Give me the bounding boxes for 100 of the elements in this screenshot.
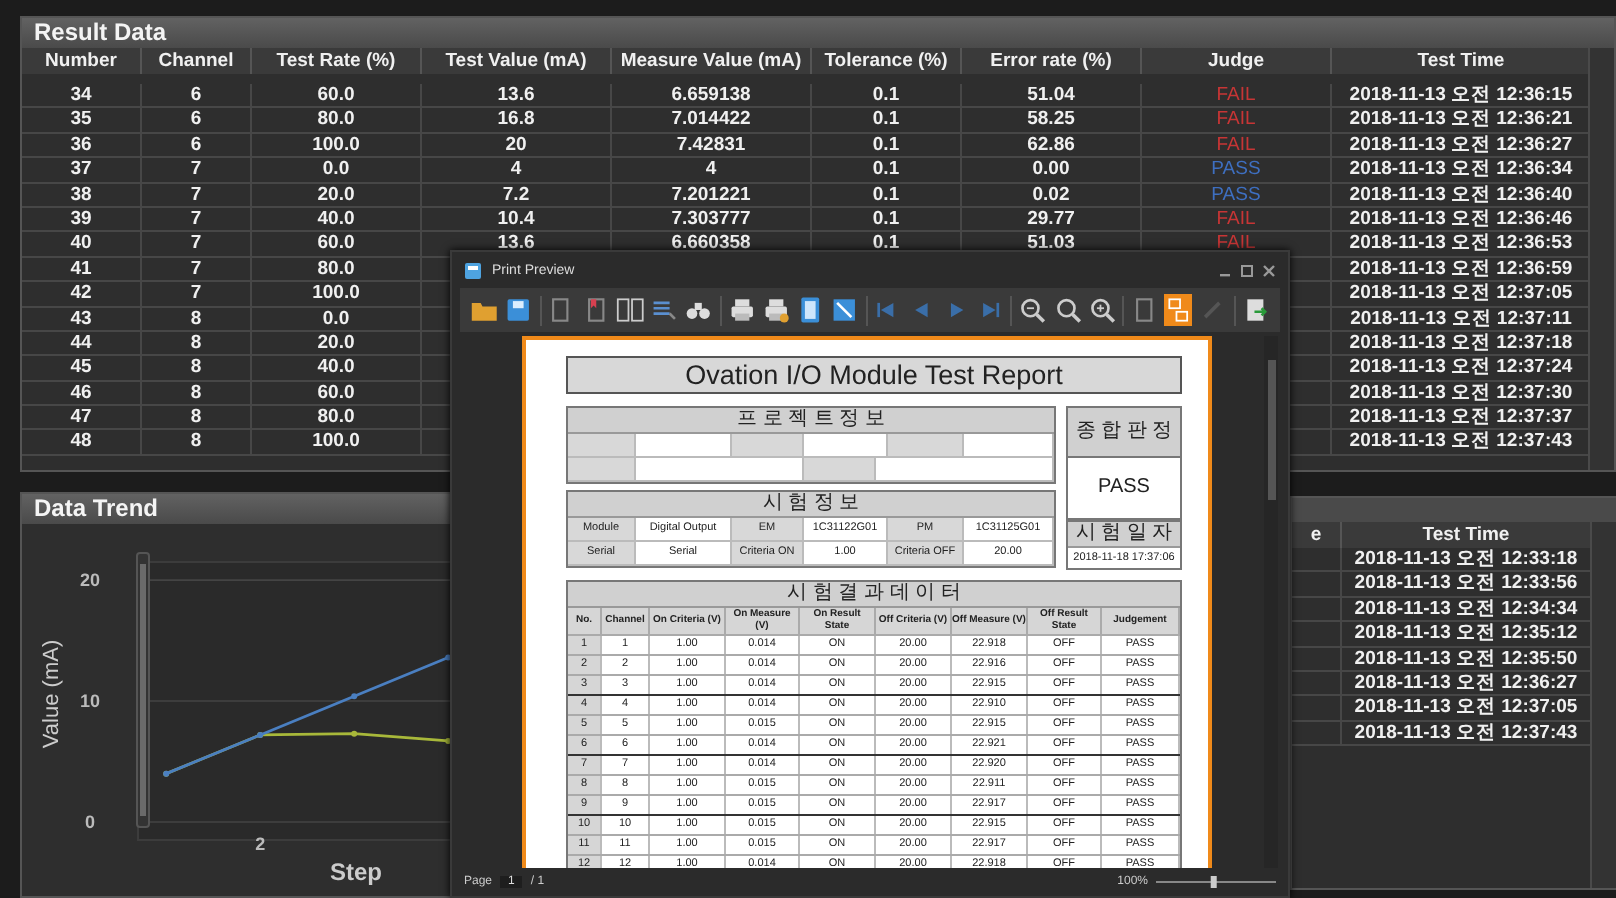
table-cell: 0.1: [812, 108, 962, 132]
table-cell: 45: [22, 356, 142, 380]
zoom-out-icon[interactable]: [1018, 294, 1048, 326]
column-header[interactable]: e: [1292, 522, 1342, 548]
table-cell: 39: [22, 207, 142, 231]
table-cell: 4: [422, 158, 612, 182]
table-cell: FAIL: [1142, 133, 1332, 157]
table-cell: 46: [22, 381, 142, 405]
table-cell: PASS: [1142, 158, 1332, 182]
table-cell: 44: [22, 331, 142, 355]
table-cell: 62.86: [962, 133, 1142, 157]
page-setup-icon[interactable]: [796, 294, 825, 326]
table-cell: 0.00: [962, 158, 1142, 182]
table-cell: FAIL: [1142, 207, 1332, 231]
table-cell: 47: [22, 406, 142, 429]
table-cell: 7: [142, 183, 252, 206]
table-cell: 43: [22, 307, 142, 330]
table-cell: 80.0: [252, 108, 422, 132]
table-cell: 40: [22, 232, 142, 256]
table-cell: 7.201221: [612, 183, 812, 206]
maximize-icon[interactable]: [1240, 263, 1254, 277]
axis-title: Step: [330, 858, 382, 886]
table-cell: 100.0: [252, 430, 422, 454]
save-icon[interactable]: [504, 294, 533, 326]
close-icon[interactable]: [1262, 263, 1276, 277]
printer-gear-icon[interactable]: [761, 294, 791, 326]
table-cell: PASS: [1142, 183, 1332, 206]
column-header[interactable]: Judge: [1142, 48, 1332, 74]
section-heading: 시 험 정 보: [568, 492, 1054, 518]
table-cell: 10.4: [422, 207, 612, 231]
zoom-slider[interactable]: [1156, 874, 1276, 890]
scrollbar[interactable]: [1590, 522, 1616, 888]
table-cell: 38: [22, 183, 142, 206]
table-cell: 7.42831: [612, 133, 812, 157]
table-cell: 29.77: [962, 207, 1142, 231]
table-cell: 60.0: [252, 232, 422, 256]
table-cell: 8: [142, 307, 252, 330]
table-cell: 20.0: [252, 183, 422, 206]
table-cell: 7.303777: [612, 207, 812, 231]
zoom-in-icon[interactable]: [1087, 294, 1117, 326]
table-cell: 6: [142, 84, 252, 107]
table-cell: 16.8: [422, 108, 612, 132]
axis-tick-label: 2: [255, 834, 266, 854]
table-cell: 0.02: [962, 183, 1142, 206]
table-cell: 7: [142, 158, 252, 182]
panes-icon[interactable]: [615, 294, 645, 326]
table-cell: FAIL: [1142, 84, 1332, 107]
table-cell: 34: [22, 84, 142, 107]
table-cell: 7: [142, 207, 252, 231]
table-cell: 7: [142, 257, 252, 281]
table-cell: 0.1: [812, 183, 962, 206]
multipage-icon[interactable]: [1164, 294, 1193, 326]
scrollbar[interactable]: [1264, 336, 1278, 868]
table-cell: 6: [142, 108, 252, 132]
column-header[interactable]: Test Rate (%): [252, 48, 422, 74]
column-header[interactable]: Measure Value (mA): [612, 48, 812, 74]
table-cell: 7: [142, 282, 252, 306]
table-cell: 13.6: [422, 84, 612, 107]
table-cell: 7.2: [422, 183, 612, 206]
table-cell: 8: [142, 381, 252, 405]
scrollbar[interactable]: [1588, 48, 1614, 470]
table-cell: 0.0: [252, 158, 422, 182]
table-cell: 40.0: [252, 356, 422, 380]
table-cell: 20.0: [252, 331, 422, 355]
report-title: Ovation I/O Module Test Report: [566, 356, 1182, 394]
section-heading: 프 로 젝 트 정 보: [568, 408, 1054, 434]
axis-tick-label: 20: [80, 570, 100, 591]
column-header[interactable]: Error rate (%): [962, 48, 1142, 74]
zoom-icon[interactable]: [1053, 294, 1082, 326]
table-cell: 8: [142, 406, 252, 429]
printer-icon[interactable]: [727, 294, 756, 326]
column-header[interactable]: Tolerance (%): [812, 48, 962, 74]
table-cell: 40.0: [252, 207, 422, 231]
table-cell: 36: [22, 133, 142, 157]
table-cell: 60.0: [252, 381, 422, 405]
table-cell: 100.0: [252, 133, 422, 157]
table-cell: FAIL: [1142, 108, 1332, 132]
table-cell: 4: [612, 158, 812, 182]
axis-title: Value (mA): [40, 639, 64, 749]
column-header[interactable]: Number: [22, 48, 142, 74]
section-heading: 시 험 일 자: [1068, 520, 1180, 548]
panel-title: Data Trend: [22, 494, 454, 524]
table-cell: 58.25: [962, 108, 1142, 132]
table-cell: 80.0: [252, 257, 422, 281]
table-cell: 48: [22, 430, 142, 454]
panel-title: Result Data: [22, 18, 1614, 48]
table-cell: 8: [142, 430, 252, 454]
axis-tick-label: 0: [85, 812, 95, 832]
export-icon[interactable]: [1241, 294, 1270, 326]
point: [351, 693, 358, 700]
point: [351, 730, 358, 737]
table-cell: 80.0: [252, 406, 422, 429]
slider-thumb[interactable]: [1210, 876, 1217, 888]
scale-icon[interactable]: [830, 294, 860, 326]
table-cell: 7.014422: [612, 108, 812, 132]
column-header[interactable]: Test Value (mA): [422, 48, 612, 74]
table-cell: 0.1: [812, 133, 962, 157]
zoom-scrollbar[interactable]: [136, 552, 150, 828]
column-header[interactable]: Channel: [142, 48, 252, 74]
table-cell: 20: [422, 133, 612, 157]
